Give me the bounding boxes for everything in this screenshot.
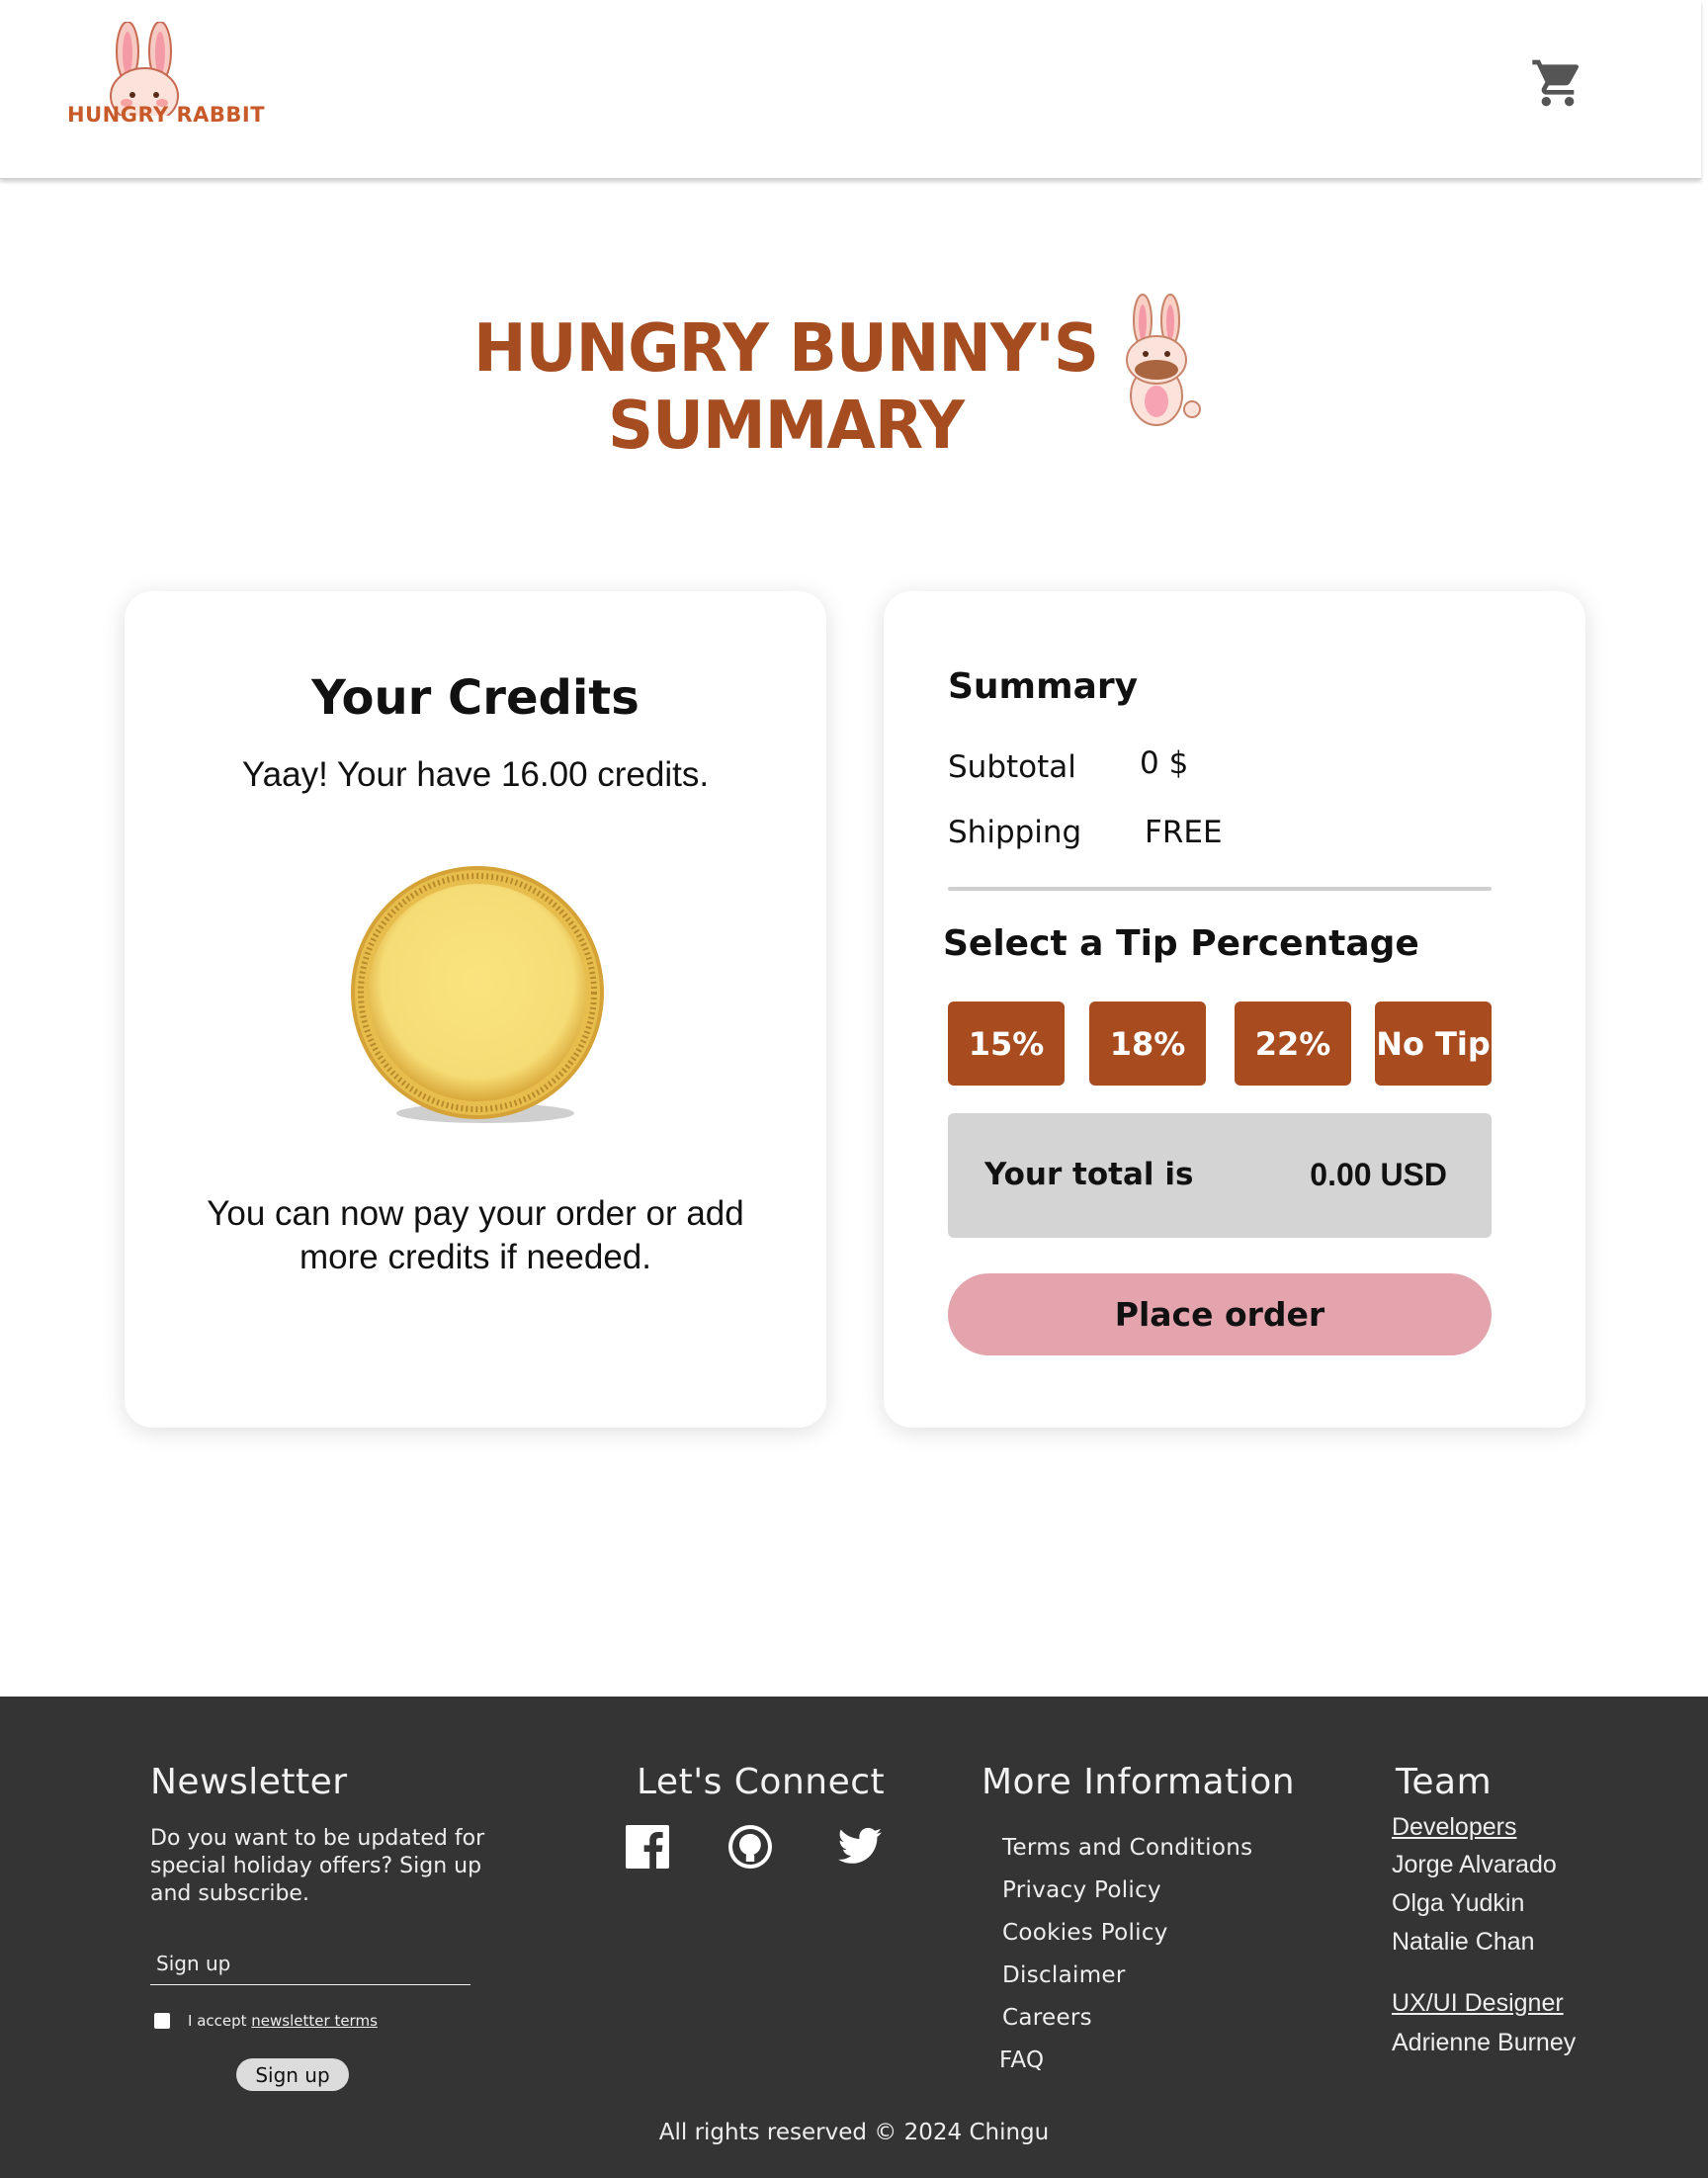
newsletter-description: Do you want to be updated for special ho… [150,1826,485,1906]
developer-name: Olga Yudkin [1392,1889,1525,1917]
bunny-mascot-icon [1126,294,1201,426]
careers-link[interactable]: Careers [1002,2003,1252,2046]
more-info-title: More Information [982,1762,1296,1802]
page-title-line1: HUNGRY BUNNY'S [473,310,1099,388]
newsletter-title: Newsletter [150,1762,348,1802]
developer-name: Natalie Chan [1392,1928,1535,1956]
designer-name: Adrienne Burney [1392,2029,1577,2056]
connect-title: Let's Connect [637,1762,886,1802]
more-info-list: Terms and Conditions Privacy Policy Cook… [999,1833,1252,2088]
github-icon[interactable] [726,1823,774,1871]
no-tip-button[interactable]: No Tip [1375,1002,1492,1086]
disclaimer-link[interactable]: Disclaimer [1002,1960,1252,2003]
summary-title: Summary [948,666,1139,707]
developers-link[interactable]: Developers [1392,1813,1516,1842]
newsletter-terms-link[interactable]: newsletter terms [251,2012,378,2030]
page-title: HUNGRY BUNNY'S SUMMARY [435,310,1137,464]
facebook-icon[interactable] [624,1823,671,1871]
developer-name: Jorge Alvarado [1392,1851,1557,1878]
logo[interactable]: HUNGRY RABBIT [63,21,265,135]
gold-coin-icon [351,866,604,1123]
page-title-line2: SUMMARY [607,388,965,465]
summary-card: Summary Subtotal 0 $ Shipping FREE Selec… [884,591,1585,1428]
site-header: HUNGRY RABBIT [0,0,1701,179]
logo-text: HUNGRY RABBIT [67,103,266,127]
tip-15-button[interactable]: 15% [948,1002,1065,1086]
shipping-label: Shipping [948,815,1082,850]
tip-18-button[interactable]: 18% [1089,1002,1206,1086]
total-label: Your total is [984,1157,1194,1192]
subtotal-label: Subtotal [948,749,1076,785]
subtotal-value: 0 $ [1140,745,1189,781]
rabbit-logo-icon [110,21,179,125]
newsletter-email-input[interactable] [150,1942,470,1985]
tip-22-button[interactable]: 22% [1235,1002,1351,1086]
credits-title: Your Credits [311,670,640,726]
newsletter-signup-button[interactable]: Sign up [236,2058,349,2091]
accept-label: I accept [188,2012,247,2030]
copyright: All rights reserved © 2024 Chingu [658,2120,1050,2145]
shipping-value: FREE [1145,815,1223,850]
tip-title: Select a Tip Percentage [943,923,1419,964]
terms-link[interactable]: Terms and Conditions [1002,1833,1252,1875]
site-footer: Newsletter Do you want to be updated for… [0,1697,1708,2178]
designer-link[interactable]: UX/UI Designer [1392,1989,1564,2018]
privacy-link[interactable]: Privacy Policy [1002,1875,1252,1918]
place-order-button[interactable]: Place order [948,1273,1492,1355]
team-title: Team [1396,1762,1493,1802]
summary-divider [948,887,1492,891]
total-box: Your total is 0.00 USD [948,1113,1492,1238]
faq-link[interactable]: FAQ [999,2046,1252,2088]
accept-terms-text: I accept newsletter terms [188,2012,378,2030]
shopping-cart-icon[interactable] [1530,55,1585,111]
total-value: 0.00 USD [1310,1157,1447,1192]
twitter-icon[interactable] [836,1823,884,1871]
credits-note: You can now pay your order or add more c… [207,1194,744,1276]
terms-checkbox[interactable] [154,2013,170,2029]
credits-card: Your Credits Yaay! Your have 16.00 credi… [125,591,826,1428]
credits-balance: Yaay! Your have 16.00 credits. [241,755,710,794]
cookies-link[interactable]: Cookies Policy [1002,1918,1252,1960]
